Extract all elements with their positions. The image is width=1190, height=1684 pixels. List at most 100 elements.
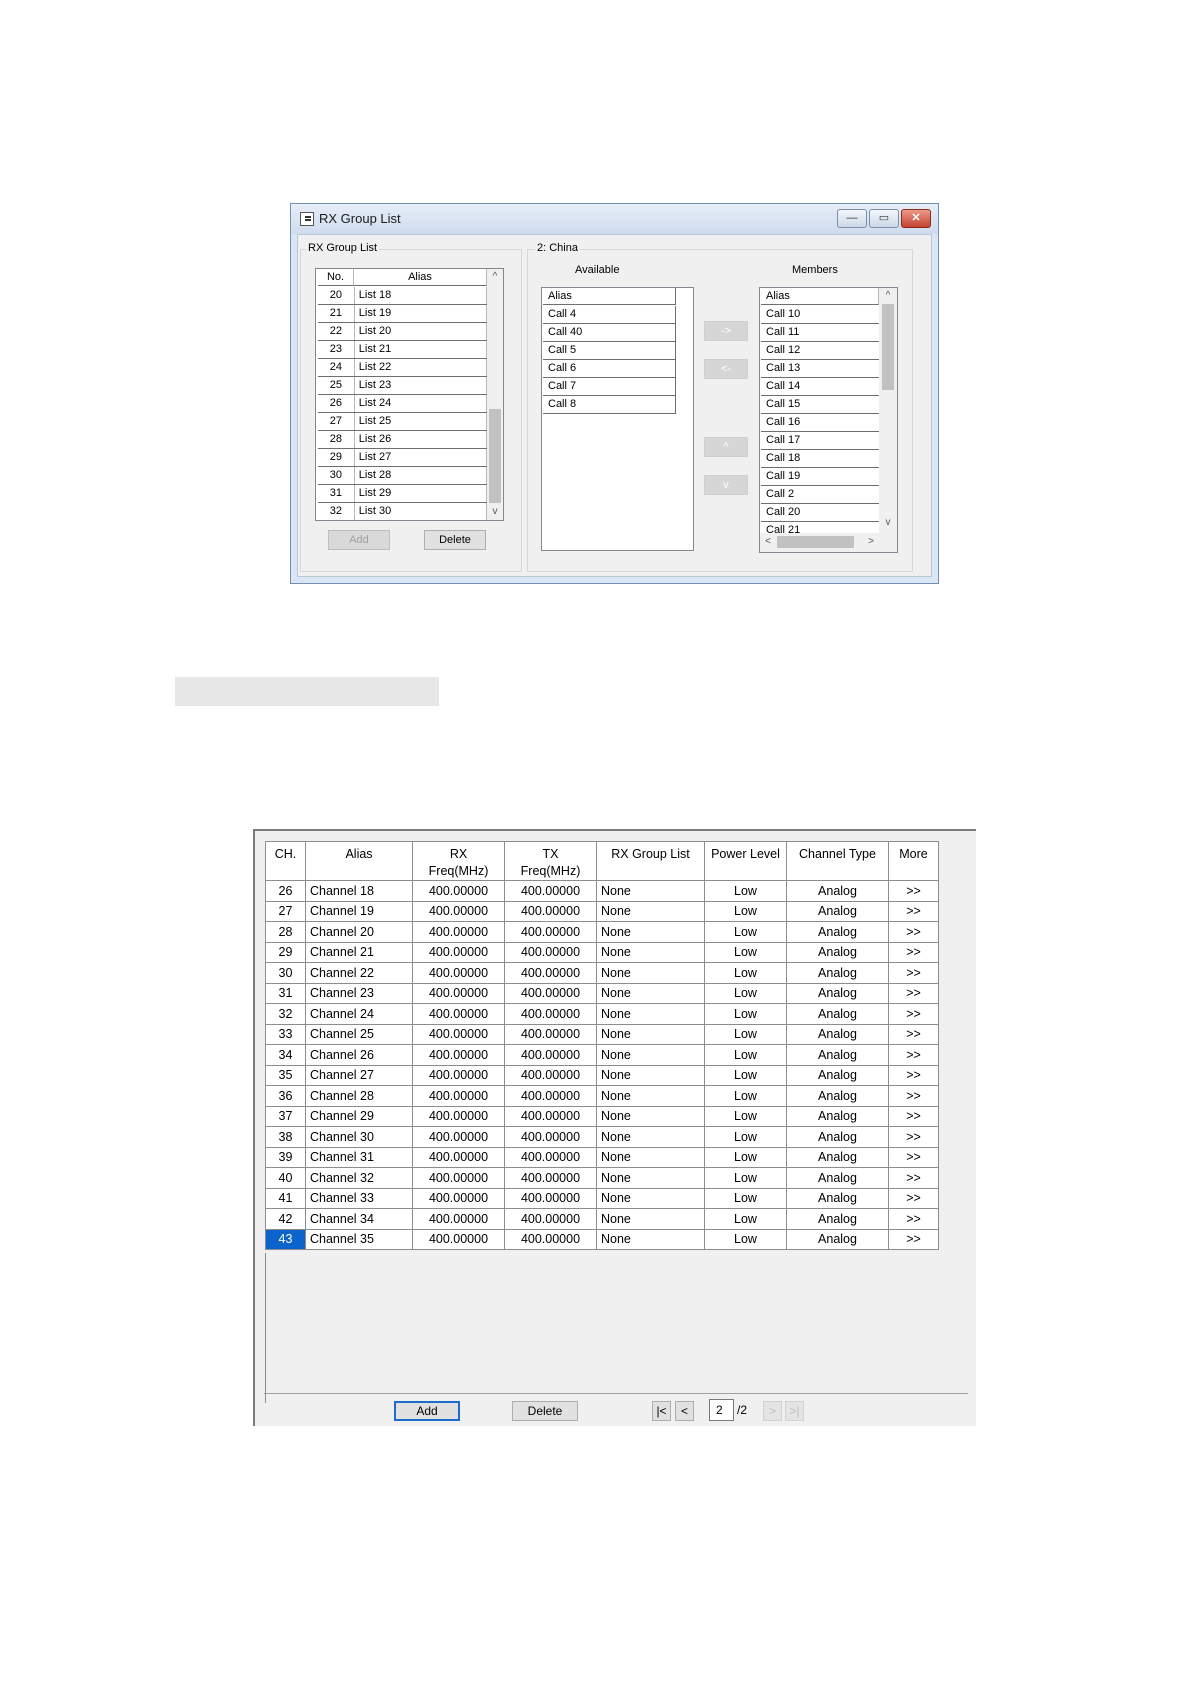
available-item[interactable]: Call 7 <box>543 378 676 396</box>
list-item[interactable]: 22 List 20 <box>318 323 487 341</box>
column-header-no[interactable]: No. <box>318 269 354 286</box>
next-page-button[interactable]: > <box>763 1401 782 1421</box>
members-listbox[interactable]: Alias Call 10 Call 11 Call 12 Call 13 Call 1… <box>759 287 898 553</box>
delete-group-button[interactable]: Delete <box>424 530 486 550</box>
cell-more[interactable]: >> <box>888 1187 939 1209</box>
list-item[interactable]: 32 List 30 <box>318 503 487 520</box>
available-item[interactable]: Call 5 <box>543 342 676 360</box>
close-button[interactable]: ✕ <box>901 209 931 228</box>
table-row[interactable]: 26 Channel 18 400.00000 400.00000 None Low Ana… <box>265 880 939 902</box>
column-header[interactable]: More <box>888 841 939 881</box>
table-row[interactable]: 27 Channel 19 400.00000 400.00000 None Low Ana… <box>265 900 939 922</box>
available-item[interactable]: Call 40 <box>543 324 676 342</box>
table-row[interactable]: 43 Channel 35 400.00000 400.00000 None Low Ana… <box>265 1228 939 1250</box>
member-item[interactable]: Call 17 <box>761 432 879 450</box>
members-scroll-left-arrow[interactable]: < <box>762 535 774 549</box>
member-item[interactable]: Call 12 <box>761 342 879 360</box>
page-number-input[interactable]: 2 <box>709 1399 734 1421</box>
table-row[interactable]: 42 Channel 34 400.00000 400.00000 None Low Ana… <box>265 1208 939 1230</box>
cell-more[interactable]: >> <box>888 1126 939 1148</box>
first-page-button[interactable]: |< <box>652 1401 671 1421</box>
scroll-up-arrow[interactable]: ^ <box>487 270 503 284</box>
add-channel-button[interactable]: Add <box>394 1401 460 1421</box>
move-down-button[interactable]: v <box>704 475 748 495</box>
members-horizontal-scrollbar[interactable]: < > <box>760 533 897 552</box>
title-bar[interactable]: RX Group List — ▭ ✕ <box>291 204 938 234</box>
column-header[interactable]: Channel Type <box>786 841 889 881</box>
cell-more[interactable]: >> <box>888 1064 939 1086</box>
available-header-alias[interactable]: Alias <box>543 288 676 305</box>
member-item[interactable]: Call 15 <box>761 396 879 414</box>
cell-more[interactable]: >> <box>888 1003 939 1025</box>
cell-more[interactable]: >> <box>888 1208 939 1230</box>
list-item[interactable]: 21 List 19 <box>318 305 487 323</box>
cell-more[interactable]: >> <box>888 1228 939 1250</box>
list-item[interactable]: 26 List 24 <box>318 395 487 413</box>
move-up-button[interactable]: ^ <box>704 437 748 457</box>
cell-more[interactable]: >> <box>888 941 939 963</box>
table-row[interactable]: 30 Channel 22 400.00000 400.00000 None Low Ana… <box>265 962 939 984</box>
member-item[interactable]: Call 14 <box>761 378 879 396</box>
column-header[interactable]: RX Freq(MHz) <box>412 841 505 881</box>
table-row[interactable]: 34 Channel 26 400.00000 400.00000 None Low Ana… <box>265 1044 939 1066</box>
list-item[interactable]: 31 List 29 <box>318 485 487 503</box>
table-row[interactable]: 28 Channel 20 400.00000 400.00000 None Low Ana… <box>265 921 939 943</box>
members-scroll-right-arrow[interactable]: > <box>865 535 877 549</box>
member-item[interactable]: Call 19 <box>761 468 879 486</box>
member-item[interactable]: Call 20 <box>761 504 879 522</box>
available-listbox[interactable]: Alias Call 4 Call 40 Call 5 Call 6 Call 7 Cal… <box>541 287 694 551</box>
table-row[interactable]: 35 Channel 27 400.00000 400.00000 None Low Ana… <box>265 1064 939 1086</box>
vertical-scrollbar[interactable]: ^ v <box>487 269 503 520</box>
cell-more[interactable]: >> <box>888 900 939 922</box>
list-item[interactable]: 24 List 22 <box>318 359 487 377</box>
member-item[interactable]: Call 18 <box>761 450 879 468</box>
list-item[interactable]: 23 List 21 <box>318 341 487 359</box>
table-row[interactable]: 36 Channel 28 400.00000 400.00000 None Low Ana… <box>265 1085 939 1107</box>
members-scroll-thumb[interactable] <box>882 304 894 390</box>
channel-table[interactable]: CH. Alias RX Freq(MHz) TX Freq(MHz) RX Group L… <box>265 841 939 1250</box>
cell-more[interactable]: >> <box>888 921 939 943</box>
list-item[interactable]: 25 List 23 <box>318 377 487 395</box>
delete-channel-button[interactable]: Delete <box>512 1401 578 1421</box>
prev-page-button[interactable]: < <box>675 1401 694 1421</box>
column-header[interactable]: RX Group List <box>596 841 705 881</box>
column-header[interactable]: TX Freq(MHz) <box>504 841 597 881</box>
member-item[interactable]: Call 13 <box>761 360 879 378</box>
members-scroll-up-arrow[interactable]: ^ <box>879 289 897 303</box>
table-row[interactable]: 32 Channel 24 400.00000 400.00000 None Low Ana… <box>265 1003 939 1025</box>
cell-more[interactable]: >> <box>888 880 939 902</box>
scroll-thumb[interactable] <box>489 409 501 503</box>
list-item[interactable]: 28 List 26 <box>318 431 487 449</box>
cell-more[interactable]: >> <box>888 1044 939 1066</box>
cell-more[interactable]: >> <box>888 1085 939 1107</box>
add-member-button[interactable]: -> <box>704 321 748 341</box>
list-item[interactable]: 30 List 28 <box>318 467 487 485</box>
table-row[interactable]: 29 Channel 21 400.00000 400.00000 None Low Ana… <box>265 941 939 963</box>
minimize-button[interactable]: — <box>837 209 867 228</box>
table-row[interactable]: 41 Channel 33 400.00000 400.00000 None Low Ana… <box>265 1187 939 1209</box>
column-header-alias[interactable]: Alias <box>354 269 487 286</box>
available-item[interactable]: Call 8 <box>543 396 676 414</box>
members-vertical-scrollbar[interactable]: ^ v <box>879 288 897 533</box>
available-item[interactable]: Call 6 <box>543 360 676 378</box>
maximize-button[interactable]: ▭ <box>869 209 899 228</box>
column-header[interactable]: Alias <box>305 841 413 881</box>
table-row[interactable]: 31 Channel 23 400.00000 400.00000 None Low Ana… <box>265 982 939 1004</box>
table-row[interactable]: 37 Channel 29 400.00000 400.00000 None Low Ana… <box>265 1105 939 1127</box>
rx-group-listbox[interactable]: No. Alias 20 List 18 21 List 19 22 List 20 23 L… <box>315 268 504 521</box>
cell-more[interactable]: >> <box>888 962 939 984</box>
table-row[interactable]: 39 Channel 31 400.00000 400.00000 None Low Ana… <box>265 1146 939 1168</box>
table-row[interactable]: 33 Channel 25 400.00000 400.00000 None Low Ana… <box>265 1023 939 1045</box>
table-row[interactable]: 38 Channel 30 400.00000 400.00000 None Low Ana… <box>265 1126 939 1148</box>
cell-more[interactable]: >> <box>888 982 939 1004</box>
list-item[interactable]: 29 List 27 <box>318 449 487 467</box>
members-scroll-down-arrow[interactable]: v <box>879 516 897 530</box>
list-item[interactable]: 20 List 18 <box>318 287 487 305</box>
members-header-alias[interactable]: Alias <box>761 288 879 305</box>
last-page-button[interactable]: >| <box>785 1401 804 1421</box>
member-item[interactable]: Call 2 <box>761 486 879 504</box>
table-row[interactable]: 40 Channel 32 400.00000 400.00000 None Low Ana… <box>265 1167 939 1189</box>
column-header[interactable]: Power Level <box>704 841 787 881</box>
cell-more[interactable]: >> <box>888 1105 939 1127</box>
list-item[interactable]: 27 List 25 <box>318 413 487 431</box>
